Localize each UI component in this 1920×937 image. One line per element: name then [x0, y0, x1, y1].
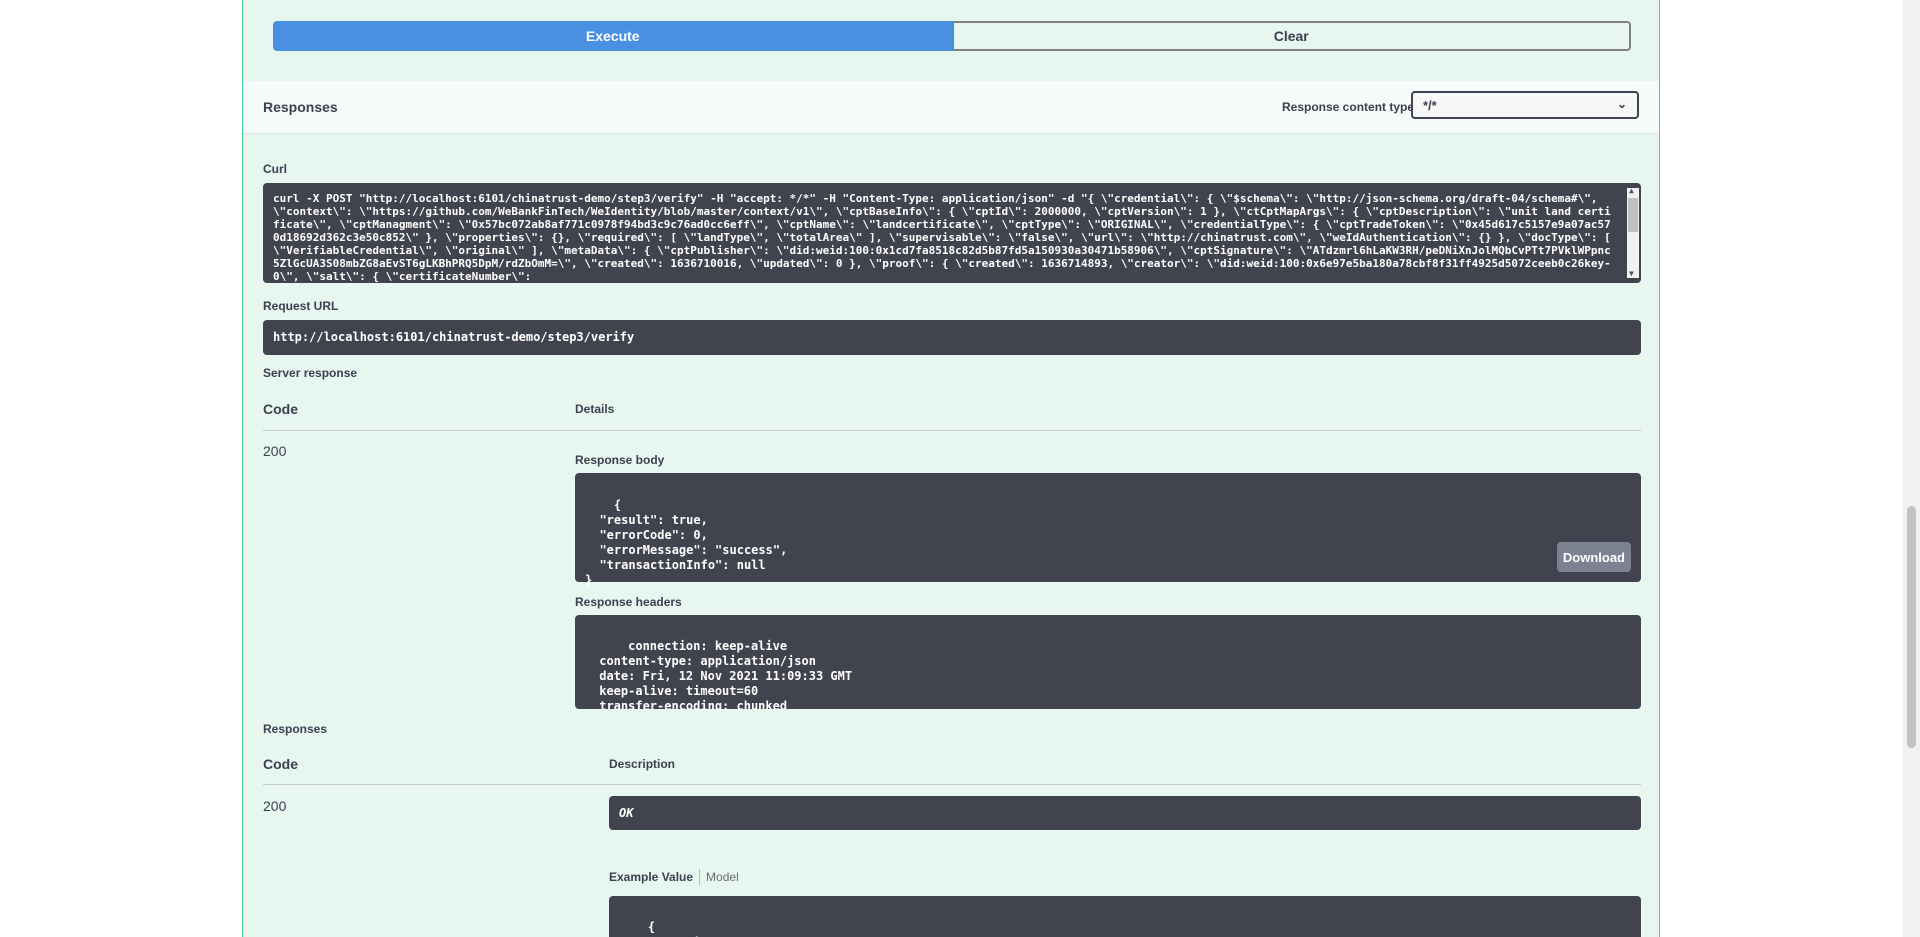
response-headers-text: connection: keep-alive content-type: app…	[599, 639, 853, 713]
tab-model[interactable]: Model	[706, 870, 739, 884]
page-scrollbar-thumb[interactable]	[1907, 506, 1916, 748]
example-model-tabs: Example Value Model	[609, 869, 739, 885]
page-scrollbar[interactable]	[1903, 0, 1920, 937]
divider	[263, 784, 1641, 785]
request-url-box: http://localhost:6101/chinatrust-demo/st…	[263, 320, 1641, 355]
clear-button[interactable]: Clear	[952, 21, 1631, 51]
chevron-down-icon: ⌄	[1616, 97, 1627, 111]
example-value-box: { "errorCode": 0,	[609, 896, 1641, 937]
description-header: Description	[609, 757, 676, 771]
curl-label: Curl	[263, 162, 287, 176]
scroll-up-icon[interactable]: ▲	[1629, 184, 1634, 197]
tab-divider	[699, 869, 701, 885]
response-content-type-label: Response content type	[1282, 100, 1415, 114]
curl-scrollbar[interactable]: ▲ ▼	[1627, 186, 1639, 280]
response-description-box: OK	[609, 796, 1641, 830]
server-response-label: Server response	[263, 366, 358, 380]
execute-button[interactable]: Execute	[273, 21, 953, 51]
operation-panel: Execute Clear Responses Response content…	[242, 0, 1660, 937]
curl-command-box: curl -X POST "http://localhost:6101/chin…	[263, 183, 1641, 283]
responses-code-value: 200	[263, 798, 287, 814]
server-response-code: 200	[263, 443, 287, 459]
request-url-label: Request URL	[263, 299, 339, 313]
responses-header: Responses Response content type */* ⌄	[243, 81, 1659, 133]
download-button[interactable]: Download	[1556, 542, 1631, 572]
response-headers-box: connection: keep-alive content-type: app…	[575, 615, 1641, 713]
scroll-down-icon[interactable]: ▼	[1629, 267, 1634, 280]
response-description-text: OK	[619, 806, 634, 820]
responses-code-header: Code	[263, 756, 298, 772]
response-headers-label: Response headers	[575, 595, 682, 609]
response-body-label: Response body	[575, 453, 665, 467]
server-code-header: Code	[263, 401, 298, 417]
tab-example-value[interactable]: Example Value	[609, 870, 693, 884]
example-value-text: { "errorCode": 0,	[633, 920, 741, 937]
responses-table-title: Responses	[263, 722, 328, 736]
curl-scrollbar-thumb[interactable]	[1628, 198, 1638, 232]
divider	[263, 430, 1641, 431]
response-body-box: { "result": true, "errorCode": 0, "error…	[575, 473, 1641, 587]
execute-clear-group: Execute Clear	[273, 21, 1631, 51]
response-content-type-value: */*	[1423, 98, 1437, 113]
response-content-type-select[interactable]: */* ⌄	[1411, 91, 1639, 119]
curl-command-text: curl -X POST "http://localhost:6101/chin…	[273, 192, 1611, 283]
details-header: Details	[575, 402, 615, 416]
responses-title: Responses	[263, 99, 338, 115]
request-url-value: http://localhost:6101/chinatrust-demo/st…	[273, 330, 635, 344]
response-body-text: { "result": true, "errorCode": 0, "error…	[585, 498, 788, 587]
